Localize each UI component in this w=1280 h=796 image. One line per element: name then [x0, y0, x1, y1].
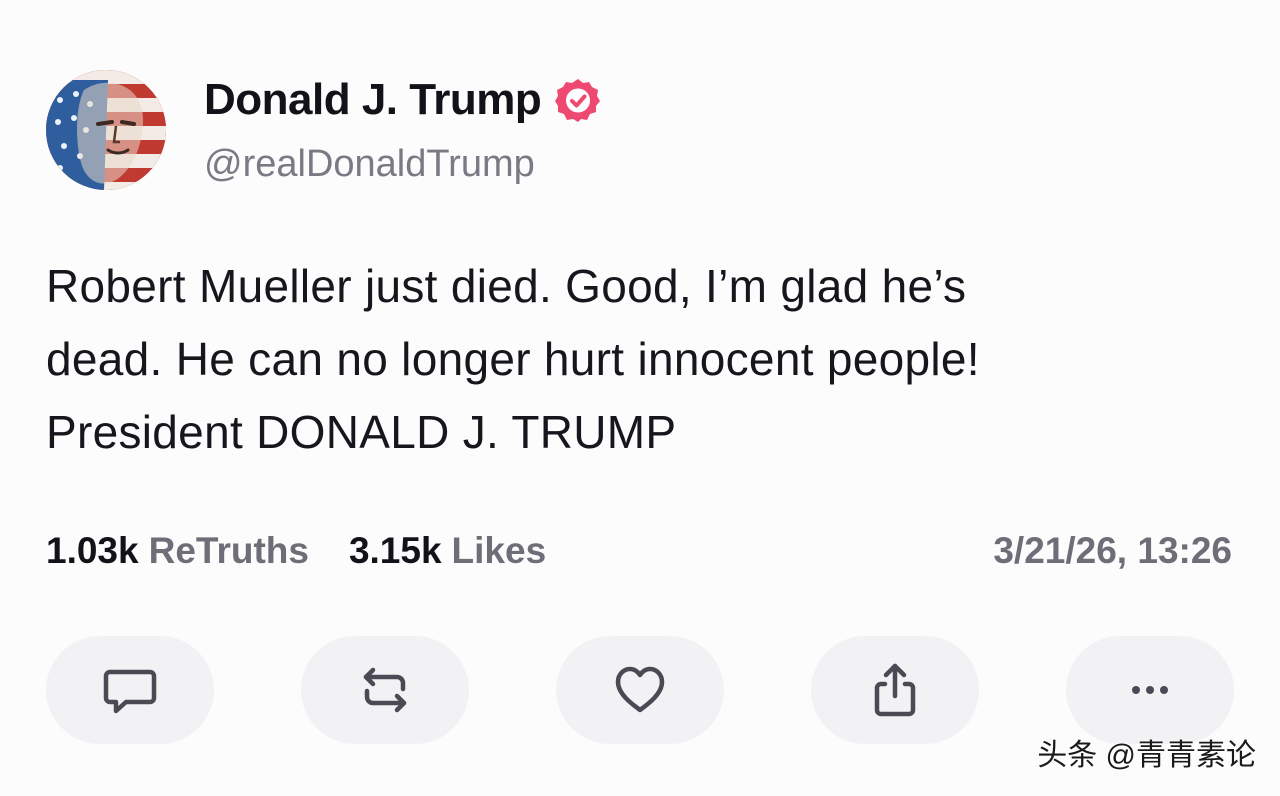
likes-stat[interactable]: 3.15k Likes [349, 530, 546, 572]
post-header: Donald J. Trump @realDonaldTrump [46, 70, 601, 190]
post-timestamp: 3/21/26, 13:26 [993, 530, 1232, 571]
retruths-count: 1.03k [46, 530, 139, 571]
heart-icon [615, 666, 665, 713]
share-button[interactable] [811, 636, 979, 744]
post-text-line: President DONALD J. TRUMP [46, 406, 677, 458]
avatar[interactable] [46, 70, 166, 190]
post-text-line: dead. He can no longer hurt innocent peo… [46, 333, 980, 385]
post-stats: 1.03k ReTruths 3.15k Likes 3/21/26, 13:2… [46, 530, 1232, 572]
name-row: Donald J. Trump [204, 77, 601, 123]
repost-icon [363, 667, 407, 713]
reply-button[interactable] [46, 636, 214, 744]
likes-label: Likes [451, 530, 547, 571]
retruth-button[interactable] [301, 636, 469, 744]
post-text: Robert Mueller just died. Good, I’m glad… [46, 250, 1196, 469]
retruths-label: ReTruths [148, 530, 309, 571]
post-text-line: Robert Mueller just died. Good, I’m glad… [46, 260, 967, 312]
more-button[interactable] [1066, 636, 1234, 744]
likes-count: 3.15k [348, 530, 442, 571]
share-icon [874, 663, 916, 717]
post-card: Donald J. Trump @realDonaldTrump Robert … [0, 0, 1280, 796]
action-bar [46, 636, 1234, 744]
author-handle[interactable]: @realDonaldTrump [204, 145, 601, 183]
display-name[interactable]: Donald J. Trump [204, 78, 542, 122]
watermark: 头条 @青青素论 [1037, 739, 1256, 772]
comment-icon [103, 669, 157, 714]
verified-badge-icon [555, 77, 601, 123]
like-button[interactable] [556, 636, 724, 744]
avatar-image [46, 70, 166, 190]
author-names: Donald J. Trump @realDonaldTrump [204, 77, 601, 183]
more-dots-icon [1132, 686, 1168, 694]
retruths-stat[interactable]: 1.03k ReTruths [46, 530, 309, 572]
